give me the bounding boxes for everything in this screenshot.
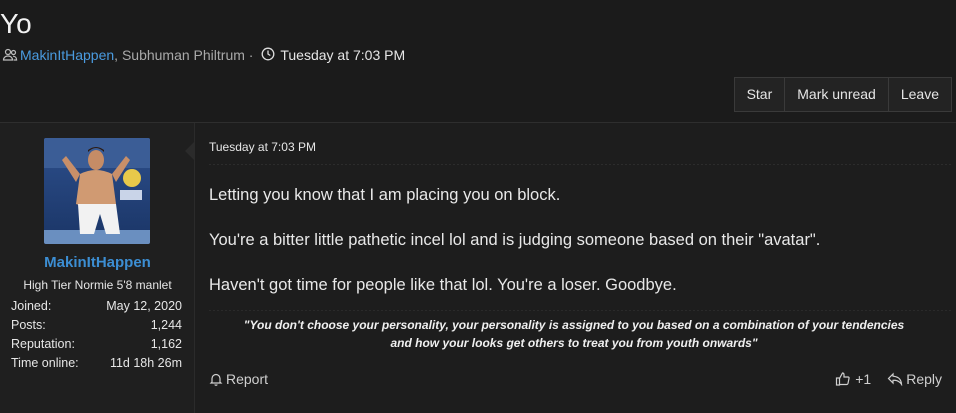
user-title: High Tier Normie 5'8 manlet [23, 278, 172, 292]
stat-label: Reputation: [11, 337, 75, 351]
stat-label: Time online: [11, 356, 79, 370]
clock-icon [261, 47, 277, 63]
stat-value: 11d 18h 26m [109, 356, 182, 370]
like-count: +1 [855, 371, 872, 387]
avatar[interactable] [44, 138, 150, 244]
report-label: Report [226, 371, 269, 387]
message-paragraph: Letting you know that I am placing you o… [209, 186, 561, 204]
stat-value: 1,162 [150, 337, 182, 351]
signature-line: "You don't choose your personality, your… [243, 318, 905, 332]
leave-button[interactable]: Leave [887, 78, 951, 111]
stat-row-posts: Posts: 1,244 [11, 316, 182, 335]
message-paragraph: You're a bitter little pathetic incel lo… [209, 231, 821, 249]
stat-row-joined: Joined: May 12, 2020 [11, 297, 182, 316]
thread-time[interactable]: Tuesday at 7:03 PM [280, 47, 405, 63]
message-body: Letting you know that I am placing you o… [209, 185, 929, 320]
star-button[interactable]: Star [735, 78, 785, 111]
post-date[interactable]: Tuesday at 7:03 PM [209, 140, 316, 154]
message-actions: +1 Reply [835, 371, 942, 387]
stat-label: Joined: [11, 299, 52, 313]
username[interactable]: MakinItHappen [0, 254, 195, 271]
signature-line: and how your looks get others to treat y… [390, 336, 758, 350]
meta-separator: · [244, 47, 258, 63]
thread-actions: Star Mark unread Leave [733, 77, 952, 112]
like-button[interactable]: +1 [835, 371, 871, 387]
stat-label: Posts: [11, 318, 46, 332]
message-arrow [185, 141, 195, 161]
mark-unread-button[interactable]: Mark unread [784, 78, 888, 111]
message-footer: Report +1 Reply [209, 371, 942, 391]
page-title: Yo [0, 8, 32, 39]
message-post: MakinItHappen High Tier Normie 5'8 manle… [0, 122, 956, 413]
message-content: Tuesday at 7:03 PM Letting you know that… [195, 123, 956, 413]
report-button[interactable]: Report [209, 371, 268, 387]
user-info-panel: MakinItHappen High Tier Normie 5'8 manle… [0, 123, 195, 413]
thumbs-up-icon [835, 371, 851, 387]
message-paragraph: Haven't got time for people like that lo… [209, 276, 677, 294]
divider [209, 164, 952, 165]
participant-link[interactable]: MakinItHappen [20, 47, 114, 63]
user-stats: Joined: May 12, 2020 Posts: 1,244 Reputa… [11, 297, 182, 373]
reply-button[interactable]: Reply [887, 371, 942, 387]
divider [209, 310, 952, 311]
stat-value: May 12, 2020 [106, 299, 182, 313]
stat-row-time-online: Time online: 11d 18h 26m [11, 354, 182, 373]
stat-value: 1,244 [150, 318, 182, 332]
thread-meta: MakinItHappen , Subhuman Philtrum · Tues… [2, 47, 405, 63]
signature: "You don't choose your personality, your… [209, 316, 939, 352]
reply-arrow-icon [887, 372, 903, 386]
bell-icon [209, 372, 223, 386]
users-icon [2, 47, 18, 63]
stat-row-reputation: Reputation: 1,162 [11, 335, 182, 354]
reply-label: Reply [906, 371, 942, 387]
participant-text: , Subhuman Philtrum [114, 47, 245, 63]
